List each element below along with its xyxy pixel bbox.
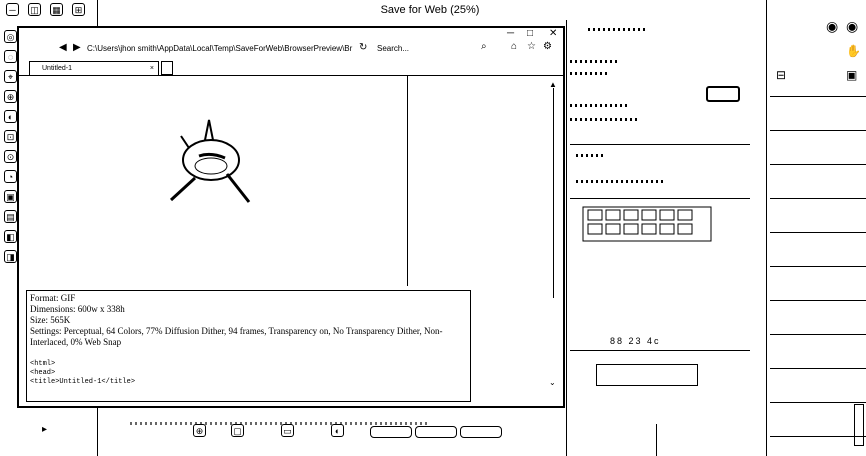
toolbar-icon[interactable]: ◔	[4, 170, 17, 183]
colors-dropdown[interactable]	[706, 86, 740, 102]
back-icon[interactable]: ◀	[59, 42, 67, 53]
tab-untitled[interactable]: Untitled-1 ×	[29, 61, 159, 75]
toolbar-icon[interactable]: ▤	[4, 210, 17, 223]
bottom-right-toggle[interactable]	[854, 404, 864, 446]
toolbar-icon[interactable]: ◧	[4, 230, 17, 243]
toolbar-icon[interactable]: ◨	[4, 250, 17, 263]
panel-border	[566, 20, 567, 456]
far-right-controls: ◉ ◉ ✋ ⊟ ▣	[770, 0, 866, 456]
tab-close-icon[interactable]: ×	[150, 62, 154, 76]
rule-line	[770, 300, 866, 301]
toolbar-icon[interactable]: ▣	[4, 190, 17, 203]
rule-line	[770, 334, 866, 335]
rule-line	[770, 266, 866, 267]
rule-line	[770, 402, 866, 403]
maximize-icon[interactable]: □	[527, 28, 533, 39]
settings-icon[interactable]: ⚙	[543, 41, 552, 52]
done-button[interactable]	[460, 426, 502, 438]
toolbar-icon[interactable]: ◐	[4, 110, 17, 123]
rule-line	[770, 232, 866, 233]
tab-label: Untitled-1	[42, 65, 72, 72]
rule-line	[770, 368, 866, 369]
rule-line	[770, 436, 866, 437]
device-icon[interactable]: ▭	[281, 424, 294, 437]
home-icon[interactable]: ⌂	[511, 41, 517, 52]
expand-icon[interactable]: ⊞	[72, 3, 85, 16]
save-button[interactable]	[370, 426, 412, 438]
matte-row[interactable]	[570, 118, 640, 121]
rule-line	[770, 164, 866, 165]
preset-row[interactable]	[588, 28, 648, 31]
cancel-button[interactable]	[415, 426, 457, 438]
minimize-window-icon[interactable]: ─	[507, 28, 514, 39]
refresh-icon[interactable]: ↻	[359, 42, 367, 53]
source-line: <head>	[30, 369, 56, 377]
play-icon[interactable]: ▸	[42, 424, 47, 435]
rule-line	[770, 130, 866, 131]
eyedropper-icon[interactable]: ⊟	[776, 68, 786, 82]
color-icon[interactable]: ◐	[331, 424, 344, 437]
settings-text: Settings: Perceptual, 64 Colors, 77% Dif…	[30, 326, 443, 347]
page-indicator	[656, 424, 747, 456]
animation-controls[interactable]	[596, 364, 698, 386]
help-icon[interactable]: ◉	[826, 18, 838, 35]
search-icon[interactable]: ⌕	[481, 41, 487, 52]
panel-divider	[570, 198, 750, 199]
close-icon[interactable]: ✕	[549, 28, 557, 39]
star-icon[interactable]: ☆	[527, 41, 536, 52]
toolbar-icon[interactable]: ⊙	[4, 150, 17, 163]
panel-divider	[570, 144, 750, 145]
format-row[interactable]	[570, 60, 620, 63]
top-left-controls: ─ ◫ ▦ ⊞	[0, 0, 100, 20]
reduction-row[interactable]	[570, 72, 610, 75]
rule-line	[770, 198, 866, 199]
window-title: Save for Web (25%)	[380, 4, 480, 16]
toolbar-icon[interactable]: ◎	[4, 30, 17, 43]
preview-divider	[407, 76, 408, 286]
percent-row[interactable]	[576, 180, 666, 183]
tab-divider	[19, 75, 563, 76]
scroll-track	[553, 88, 554, 298]
size-text: Size: 565K	[30, 315, 71, 325]
toolbar-icon[interactable]: ⊡	[4, 130, 17, 143]
new-tab-icon[interactable]	[161, 61, 173, 75]
forward-icon[interactable]: ▶	[73, 42, 81, 53]
source-line: <title>Untitled-1</title>	[30, 378, 136, 386]
layout-icon[interactable]: ▦	[50, 3, 63, 16]
panel-divider	[570, 350, 750, 351]
dimensions-text: Dimensions: 600w x 338h	[30, 304, 125, 314]
image-info-panel: Format: GIF Dimensions: 600w x 338h Size…	[26, 290, 471, 402]
rule-line	[770, 96, 866, 97]
restore-icon[interactable]: ◫	[28, 3, 41, 16]
scroll-down-icon[interactable]: ⌄	[549, 378, 556, 387]
hand-icon[interactable]: ✋	[846, 44, 861, 58]
address-bar[interactable]: C:\Users\jhon smith\AppData\Local\Temp\S…	[87, 42, 377, 56]
preview-image	[169, 119, 251, 203]
preview-icon[interactable]: ▢	[231, 424, 244, 437]
scroll-up-icon[interactable]: ▲	[549, 80, 557, 89]
source-line: <html>	[30, 360, 56, 368]
browser-preview-window: ◀ ▶ C:\Users\jhon smith\AppData\Local\Te…	[17, 26, 565, 408]
swatch-icon[interactable]: ▣	[846, 68, 857, 82]
settings-panel: 88 23 4c	[566, 20, 756, 456]
color-table-nav: 88 23 4c	[610, 336, 661, 346]
right-divider	[766, 0, 767, 456]
zoom-icon-right[interactable]: ◉	[846, 18, 858, 35]
color-table[interactable]	[582, 206, 712, 242]
format-text: Format: GIF	[30, 293, 76, 303]
search-input[interactable]: Search...	[377, 42, 497, 56]
minimize-icon[interactable]: ─	[6, 3, 19, 16]
toolbar-icon[interactable]: ⌖	[4, 70, 17, 83]
zoom-icon[interactable]: ⊕	[193, 424, 206, 437]
toolbar-icon[interactable]: ◌	[4, 50, 17, 63]
image-size-row[interactable]	[576, 154, 606, 157]
dither-row[interactable]	[570, 104, 630, 107]
bottom-controls: ⊕ ▢ ▭ ◐	[135, 416, 565, 456]
toolbar-icon[interactable]: ⊕	[4, 90, 17, 103]
